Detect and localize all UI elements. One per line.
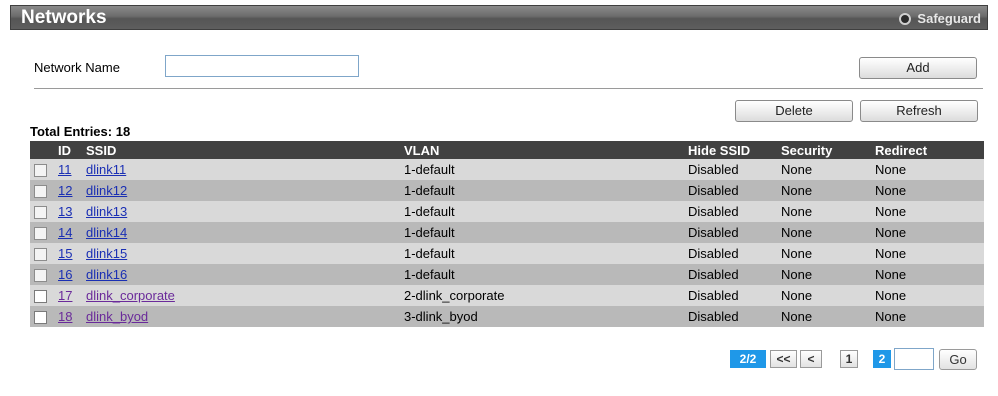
row-hide-ssid: Disabled	[684, 264, 777, 285]
row-vlan: 1-default	[400, 159, 684, 180]
row-checkbox[interactable]	[34, 269, 47, 283]
row-redirect: None	[871, 306, 984, 327]
row-redirect: None	[871, 222, 984, 243]
row-checkbox[interactable]	[34, 164, 47, 178]
row-redirect: None	[871, 159, 984, 180]
row-security: None	[777, 159, 871, 180]
safeguard-icon	[899, 12, 912, 25]
row-ssid-link[interactable]: dlink15	[86, 246, 127, 261]
row-vlan: 1-default	[400, 264, 684, 285]
table-row: 17 dlink_corporate 2-dlink_corporate Dis…	[30, 285, 984, 306]
row-hide-ssid: Disabled	[684, 180, 777, 201]
row-redirect: None	[871, 285, 984, 306]
row-security: None	[777, 264, 871, 285]
row-vlan: 2-dlink_corporate	[400, 285, 684, 306]
row-security: None	[777, 201, 871, 222]
row-security: None	[777, 180, 871, 201]
row-redirect: None	[871, 264, 984, 285]
row-ssid-link[interactable]: dlink_corporate	[86, 288, 175, 303]
divider	[34, 88, 983, 89]
row-checkbox[interactable]	[34, 290, 47, 304]
row-security: None	[777, 285, 871, 306]
row-security: None	[777, 243, 871, 264]
row-id-link[interactable]: 14	[58, 225, 72, 240]
row-id-link[interactable]: 12	[58, 183, 72, 198]
row-ssid-link[interactable]: dlink14	[86, 225, 127, 240]
row-checkbox[interactable]	[34, 248, 47, 262]
table-row: 16 dlink16 1-default Disabled None None	[30, 264, 984, 285]
row-vlan: 1-default	[400, 201, 684, 222]
table-row: 11 dlink11 1-default Disabled None None	[30, 159, 984, 180]
row-ssid-link[interactable]: dlink16	[86, 267, 127, 282]
table-row: 18 dlink_byod 3-dlink_byod Disabled None…	[30, 306, 984, 327]
row-hide-ssid: Disabled	[684, 222, 777, 243]
row-vlan: 1-default	[400, 180, 684, 201]
row-security: None	[777, 222, 871, 243]
header-select	[30, 141, 54, 159]
header-security: Security	[777, 141, 871, 159]
row-ssid-link[interactable]: dlink13	[86, 204, 127, 219]
row-redirect: None	[871, 201, 984, 222]
network-name-input[interactable]	[165, 55, 359, 77]
pager-page-1[interactable]: 1	[840, 350, 858, 368]
title-bar: Networks Safeguard	[10, 5, 988, 30]
row-vlan: 1-default	[400, 243, 684, 264]
row-id-link[interactable]: 18	[58, 309, 72, 324]
pager-page-input[interactable]	[894, 348, 934, 370]
row-hide-ssid: Disabled	[684, 159, 777, 180]
table-row: 15 dlink15 1-default Disabled None None	[30, 243, 984, 264]
delete-button[interactable]: Delete	[735, 100, 853, 122]
add-button[interactable]: Add	[859, 57, 977, 79]
row-redirect: None	[871, 180, 984, 201]
row-checkbox[interactable]	[34, 311, 47, 325]
row-hide-ssid: Disabled	[684, 243, 777, 264]
row-ssid-link[interactable]: dlink_byod	[86, 309, 148, 324]
header-hide-ssid: Hide SSID	[684, 141, 777, 159]
row-checkbox[interactable]	[34, 206, 47, 220]
row-vlan: 3-dlink_byod	[400, 306, 684, 327]
row-checkbox[interactable]	[34, 227, 47, 241]
header-ssid: SSID	[82, 141, 400, 159]
network-name-label: Network Name	[34, 60, 120, 75]
pager-page-2-current: 2	[873, 350, 891, 368]
row-checkbox[interactable]	[34, 185, 47, 199]
safeguard-label: Safeguard	[917, 11, 981, 26]
safeguard-indicator[interactable]: Safeguard	[899, 11, 981, 26]
pager-prev-button[interactable]: <	[800, 350, 822, 368]
header-redirect: Redirect	[871, 141, 984, 159]
header-id: ID	[54, 141, 82, 159]
row-hide-ssid: Disabled	[684, 285, 777, 306]
page-title: Networks	[21, 7, 107, 28]
networks-table: ID SSID VLAN Hide SSID Security Redirect…	[30, 141, 984, 327]
row-hide-ssid: Disabled	[684, 201, 777, 222]
row-hide-ssid: Disabled	[684, 306, 777, 327]
table-row: 14 dlink14 1-default Disabled None None	[30, 222, 984, 243]
table-header-row: ID SSID VLAN Hide SSID Security Redirect	[30, 141, 984, 159]
row-redirect: None	[871, 243, 984, 264]
row-id-link[interactable]: 15	[58, 246, 72, 261]
row-id-link[interactable]: 13	[58, 204, 72, 219]
row-ssid-link[interactable]: dlink12	[86, 183, 127, 198]
refresh-button[interactable]: Refresh	[860, 100, 978, 122]
table-row: 13 dlink13 1-default Disabled None None	[30, 201, 984, 222]
pager-first-button[interactable]: <<	[770, 350, 797, 368]
row-id-link[interactable]: 17	[58, 288, 72, 303]
row-id-link[interactable]: 16	[58, 267, 72, 282]
row-security: None	[777, 306, 871, 327]
table-row: 12 dlink12 1-default Disabled None None	[30, 180, 984, 201]
total-entries: Total Entries: 18	[30, 124, 131, 139]
row-id-link[interactable]: 11	[58, 162, 72, 177]
row-ssid-link[interactable]: dlink11	[86, 162, 126, 177]
pager-go-button[interactable]: Go	[939, 349, 977, 370]
row-vlan: 1-default	[400, 222, 684, 243]
header-vlan: VLAN	[400, 141, 684, 159]
pager-info: 2/2	[730, 350, 766, 368]
